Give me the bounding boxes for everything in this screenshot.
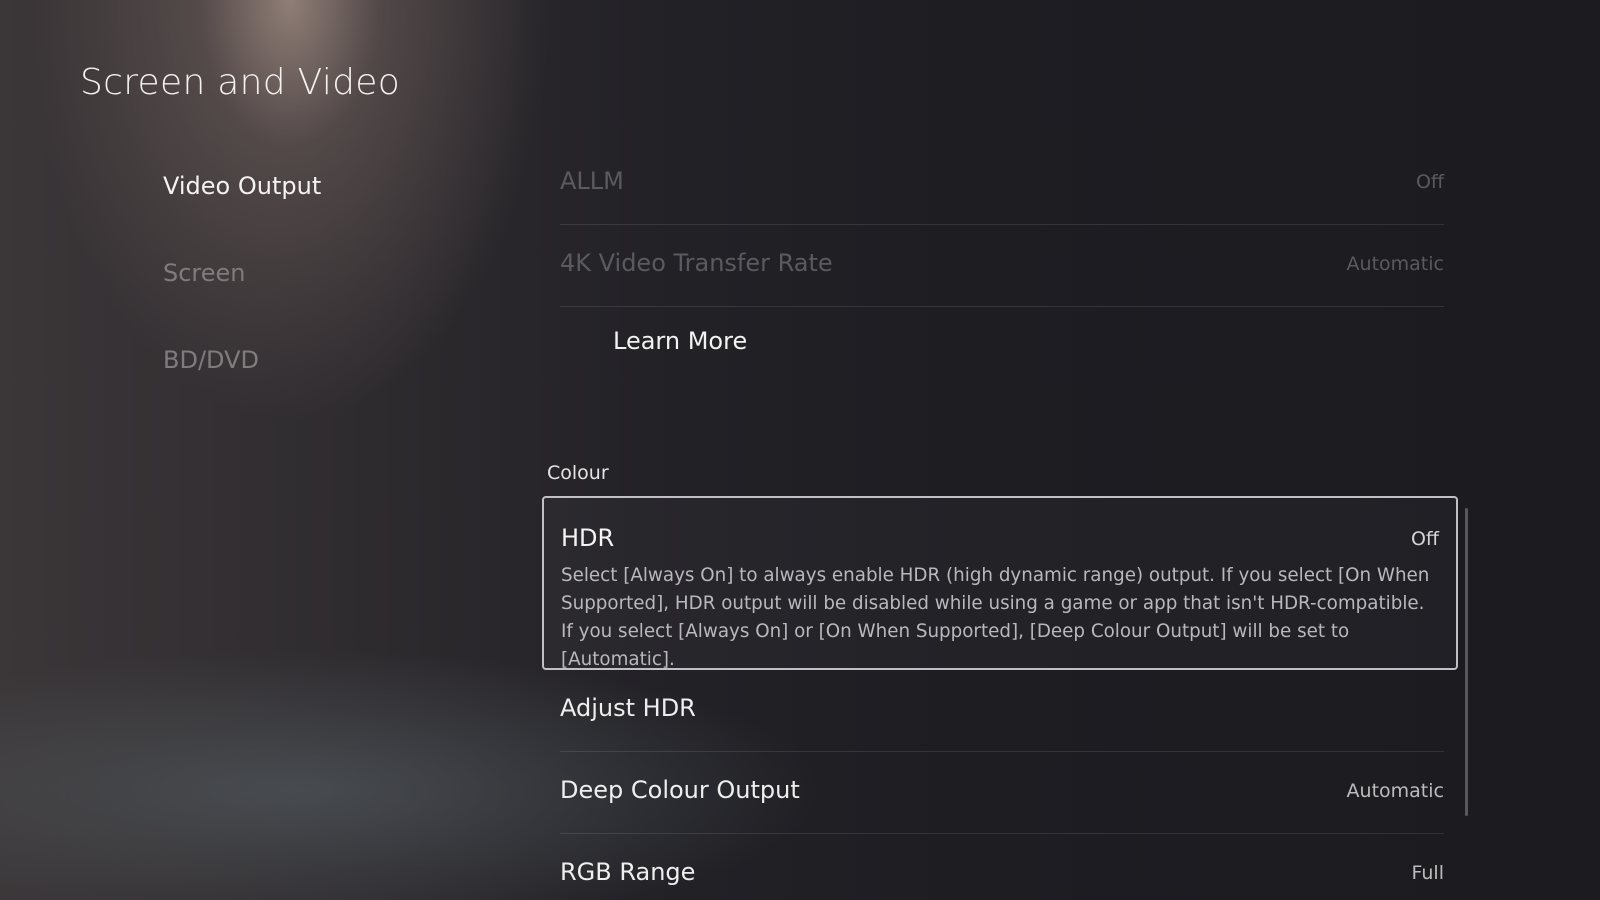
- sidebar-nav: Video Output Screen BD/DVD: [163, 172, 463, 433]
- learn-more-link[interactable]: Learn More: [613, 327, 747, 355]
- setting-description: Select [Always On] to always enable HDR …: [561, 565, 1430, 670]
- setting-row-adjust-hdr[interactable]: Adjust HDR: [560, 670, 1444, 752]
- setting-row-hdr-focused[interactable]: HDR Off Select [Always On] to always ena…: [542, 496, 1458, 670]
- setting-value: Automatic: [1346, 780, 1444, 802]
- section-heading-colour: Colour: [547, 462, 609, 484]
- sidebar-item-bd-dvd[interactable]: BD/DVD: [163, 346, 463, 433]
- settings-list-video-output: ALLM Off 4K Video Transfer Rate Automati…: [560, 143, 1444, 388]
- setting-value: Automatic: [1346, 253, 1444, 275]
- setting-label: HDR: [561, 524, 615, 552]
- sidebar-item-screen[interactable]: Screen: [163, 259, 463, 346]
- page-title: Screen and Video: [80, 62, 401, 103]
- setting-label: RGB Range: [560, 858, 696, 886]
- setting-label: ALLM: [560, 167, 624, 195]
- settings-list-colour: Adjust HDR Deep Colour Output Automatic …: [560, 670, 1444, 900]
- learn-more-row: Learn More: [560, 307, 1444, 388]
- setting-row-deep-colour-output[interactable]: Deep Colour Output Automatic: [560, 752, 1444, 834]
- setting-value: Off: [1415, 171, 1444, 193]
- setting-value: Off: [1410, 528, 1439, 550]
- setting-row-rgb-range[interactable]: RGB Range Full: [560, 834, 1444, 900]
- setting-label: Deep Colour Output: [560, 776, 800, 804]
- scrollbar[interactable]: [1465, 508, 1468, 816]
- settings-screen: Screen and Video Video Output Screen BD/…: [0, 0, 1600, 900]
- setting-label: 4K Video Transfer Rate: [560, 249, 833, 277]
- setting-value: Full: [1411, 862, 1445, 884]
- sidebar-item-video-output[interactable]: Video Output: [163, 172, 463, 259]
- setting-row-4k-video-transfer-rate[interactable]: 4K Video Transfer Rate Automatic: [560, 225, 1444, 307]
- setting-row-allm[interactable]: ALLM Off: [560, 143, 1444, 225]
- setting-label: Adjust HDR: [560, 694, 696, 722]
